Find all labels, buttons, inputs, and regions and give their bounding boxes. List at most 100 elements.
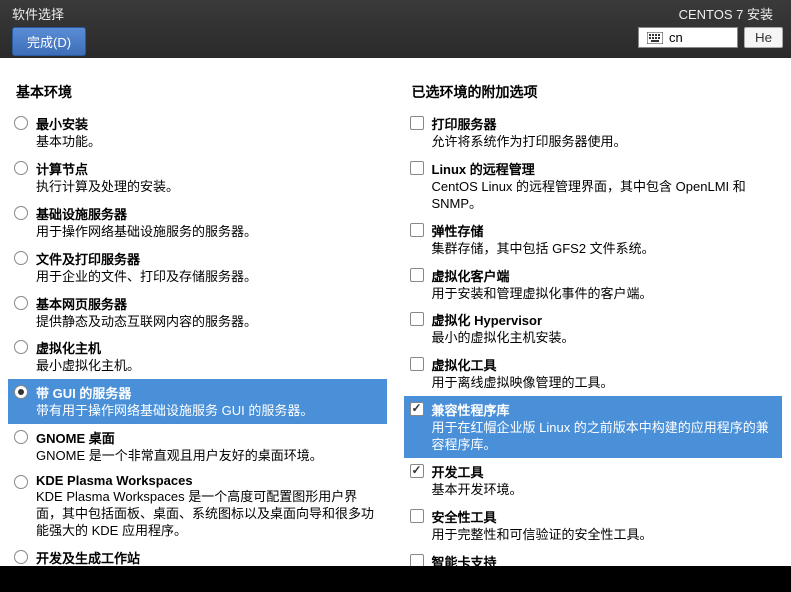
item-title: 弹性存储 xyxy=(432,221,777,240)
item-text: 虚拟化客户端用于安装和管理虚拟化事件的客户端。 xyxy=(432,266,777,303)
item-text: 开发及生成工作站用于软件、硬件、图形或者内容开发的工作站。 xyxy=(36,548,381,566)
item-desc: 基本功能。 xyxy=(36,134,381,151)
addon-item[interactable]: 开发工具基本开发环境。 xyxy=(404,458,783,503)
addons-column: 已选环境的附加选项 打印服务器允许将系统作为打印服务器使用。Linux 的远程管… xyxy=(396,78,791,566)
item-desc: 用于操作网络基础设施服务的服务器。 xyxy=(36,224,381,241)
topbar-left: 软件选择 完成(D) xyxy=(0,0,98,58)
addons-list[interactable]: 打印服务器允许将系统作为打印服务器使用。 Linux 的远程管理CentOS Li… xyxy=(404,110,784,566)
item-text: 基本网页服务器提供静态及动态互联网内容的服务器。 xyxy=(36,294,381,331)
addon-item[interactable]: 安全性工具用于完整性和可信验证的安全性工具。 xyxy=(404,503,783,548)
item-text: 智能卡支持支持使用智能卡验证。 xyxy=(432,552,777,566)
item-desc: 最小虚拟化主机。 xyxy=(36,358,381,375)
item-title: KDE Plasma Workspaces xyxy=(36,473,381,488)
item-title: 虚拟化工具 xyxy=(432,355,777,374)
done-button[interactable]: 完成(D) xyxy=(12,27,86,56)
environments-header: 基本环境 xyxy=(8,78,388,110)
content-area: 基本环境 最小安装基本功能。计算节点执行计算及处理的安装。基础设施服务器用于操作… xyxy=(0,58,791,566)
environment-item[interactable]: 基础设施服务器用于操作网络基础设施服务的服务器。 xyxy=(8,200,387,245)
item-title: 最小安装 xyxy=(36,114,381,133)
item-text: 打印服务器允许将系统作为打印服务器使用。 xyxy=(432,114,777,151)
item-desc: GNOME 是一个非常直观且用户友好的桌面环境。 xyxy=(36,448,381,465)
checkbox-icon[interactable] xyxy=(410,464,424,478)
keyboard-indicator[interactable]: cn xyxy=(638,27,738,48)
environments-list[interactable]: 最小安装基本功能。计算节点执行计算及处理的安装。基础设施服务器用于操作网络基础设… xyxy=(8,110,388,566)
item-desc: 允许将系统作为打印服务器使用。 xyxy=(432,134,777,151)
item-title: 文件及打印服务器 xyxy=(36,249,381,268)
item-text: 计算节点执行计算及处理的安装。 xyxy=(36,159,381,196)
checkbox-icon[interactable] xyxy=(410,509,424,523)
environment-item[interactable]: 文件及打印服务器用于企业的文件、打印及存储服务器。 xyxy=(8,245,387,290)
item-desc: CentOS Linux 的远程管理界面，其中包含 OpenLMI 和 SNMP… xyxy=(432,179,777,213)
item-text: 虚拟化主机最小虚拟化主机。 xyxy=(36,338,381,375)
radio-icon[interactable] xyxy=(14,340,28,354)
keyboard-layout-label: cn xyxy=(669,30,683,45)
item-text: Linux 的远程管理CentOS Linux 的远程管理界面，其中包含 Ope… xyxy=(432,159,777,213)
addon-item[interactable]: 虚拟化工具用于离线虚拟映像管理的工具。 xyxy=(404,351,783,396)
addon-item[interactable]: 智能卡支持支持使用智能卡验证。 xyxy=(404,548,783,566)
addon-item[interactable]: 打印服务器允许将系统作为打印服务器使用。 xyxy=(404,110,783,155)
item-desc: 执行计算及处理的安装。 xyxy=(36,179,381,196)
item-title: 打印服务器 xyxy=(432,114,777,133)
item-title: 基本网页服务器 xyxy=(36,294,381,313)
item-title: 兼容性程序库 xyxy=(432,400,777,419)
environment-item[interactable]: 计算节点执行计算及处理的安装。 xyxy=(8,155,387,200)
checkbox-icon[interactable] xyxy=(410,554,424,566)
item-title: GNOME 桌面 xyxy=(36,428,381,447)
radio-icon[interactable] xyxy=(14,430,28,444)
item-desc: 带有用于操作网络基础设施服务 GUI 的服务器。 xyxy=(36,403,381,420)
radio-icon[interactable] xyxy=(14,296,28,310)
item-text: 最小安装基本功能。 xyxy=(36,114,381,151)
addon-item[interactable]: 虚拟化 Hypervisor最小的虚拟化主机安装。 xyxy=(404,306,783,351)
environment-item[interactable]: KDE Plasma WorkspacesKDE Plasma Workspac… xyxy=(8,469,387,544)
environments-column: 基本环境 最小安装基本功能。计算节点执行计算及处理的安装。基础设施服务器用于操作… xyxy=(0,78,396,566)
environment-item[interactable]: 虚拟化主机最小虚拟化主机。 xyxy=(8,334,387,379)
radio-icon[interactable] xyxy=(14,116,28,130)
radio-icon[interactable] xyxy=(14,251,28,265)
page-title: 软件选择 xyxy=(12,4,86,23)
radio-icon[interactable] xyxy=(14,475,28,489)
checkbox-icon[interactable] xyxy=(410,223,424,237)
environment-item[interactable]: GNOME 桌面GNOME 是一个非常直观且用户友好的桌面环境。 xyxy=(8,424,387,469)
checkbox-icon[interactable] xyxy=(410,268,424,282)
item-title: 虚拟化主机 xyxy=(36,338,381,357)
checkbox-icon[interactable] xyxy=(410,161,424,175)
installer-title: CENTOS 7 安装 xyxy=(638,4,783,23)
checkbox-icon[interactable] xyxy=(410,312,424,326)
environment-item[interactable]: 带 GUI 的服务器带有用于操作网络基础设施服务 GUI 的服务器。 xyxy=(8,379,387,424)
addon-item[interactable]: 弹性存储集群存储，其中包括 GFS2 文件系统。 xyxy=(404,217,783,262)
topbar-right: CENTOS 7 安装 cn He xyxy=(630,0,791,58)
help-button[interactable]: He xyxy=(744,27,783,48)
checkbox-icon[interactable] xyxy=(410,116,424,130)
item-title: 虚拟化客户端 xyxy=(432,266,777,285)
item-desc: KDE Plasma Workspaces 是一个高度可配置图形用户界面，其中包… xyxy=(36,489,381,540)
item-title: 智能卡支持 xyxy=(432,552,777,566)
environment-item[interactable]: 基本网页服务器提供静态及动态互联网内容的服务器。 xyxy=(8,290,387,335)
addon-item[interactable]: 兼容性程序库用于在红帽企业版 Linux 的之前版本中构建的应用程序的兼容程序库… xyxy=(404,396,783,458)
checkbox-icon[interactable] xyxy=(410,357,424,371)
item-text: 开发工具基本开发环境。 xyxy=(432,462,777,499)
addon-item[interactable]: Linux 的远程管理CentOS Linux 的远程管理界面，其中包含 Ope… xyxy=(404,155,783,217)
item-desc: 用于在红帽企业版 Linux 的之前版本中构建的应用程序的兼容程序库。 xyxy=(432,420,777,454)
item-title: 基础设施服务器 xyxy=(36,204,381,223)
item-desc: 最小的虚拟化主机安装。 xyxy=(432,330,777,347)
item-text: 文件及打印服务器用于企业的文件、打印及存储服务器。 xyxy=(36,249,381,286)
environment-item[interactable]: 开发及生成工作站用于软件、硬件、图形或者内容开发的工作站。 xyxy=(8,544,387,566)
radio-icon[interactable] xyxy=(14,206,28,220)
item-title: 开发工具 xyxy=(432,462,777,481)
item-title: Linux 的远程管理 xyxy=(432,159,777,178)
checkbox-icon[interactable] xyxy=(410,402,424,416)
item-text: 安全性工具用于完整性和可信验证的安全性工具。 xyxy=(432,507,777,544)
item-title: 安全性工具 xyxy=(432,507,777,526)
radio-icon[interactable] xyxy=(14,385,28,399)
addon-item[interactable]: 虚拟化客户端用于安装和管理虚拟化事件的客户端。 xyxy=(404,262,783,307)
radio-icon[interactable] xyxy=(14,161,28,175)
radio-icon[interactable] xyxy=(14,550,28,564)
item-text: 带 GUI 的服务器带有用于操作网络基础设施服务 GUI 的服务器。 xyxy=(36,383,381,420)
item-text: GNOME 桌面GNOME 是一个非常直观且用户友好的桌面环境。 xyxy=(36,428,381,465)
top-bar: 软件选择 完成(D) CENTOS 7 安装 cn He xyxy=(0,0,791,58)
item-text: 弹性存储集群存储，其中包括 GFS2 文件系统。 xyxy=(432,221,777,258)
item-desc: 用于离线虚拟映像管理的工具。 xyxy=(432,375,777,392)
environment-item[interactable]: 最小安装基本功能。 xyxy=(8,110,387,155)
item-desc: 集群存储，其中包括 GFS2 文件系统。 xyxy=(432,241,777,258)
item-text: 基础设施服务器用于操作网络基础设施服务的服务器。 xyxy=(36,204,381,241)
